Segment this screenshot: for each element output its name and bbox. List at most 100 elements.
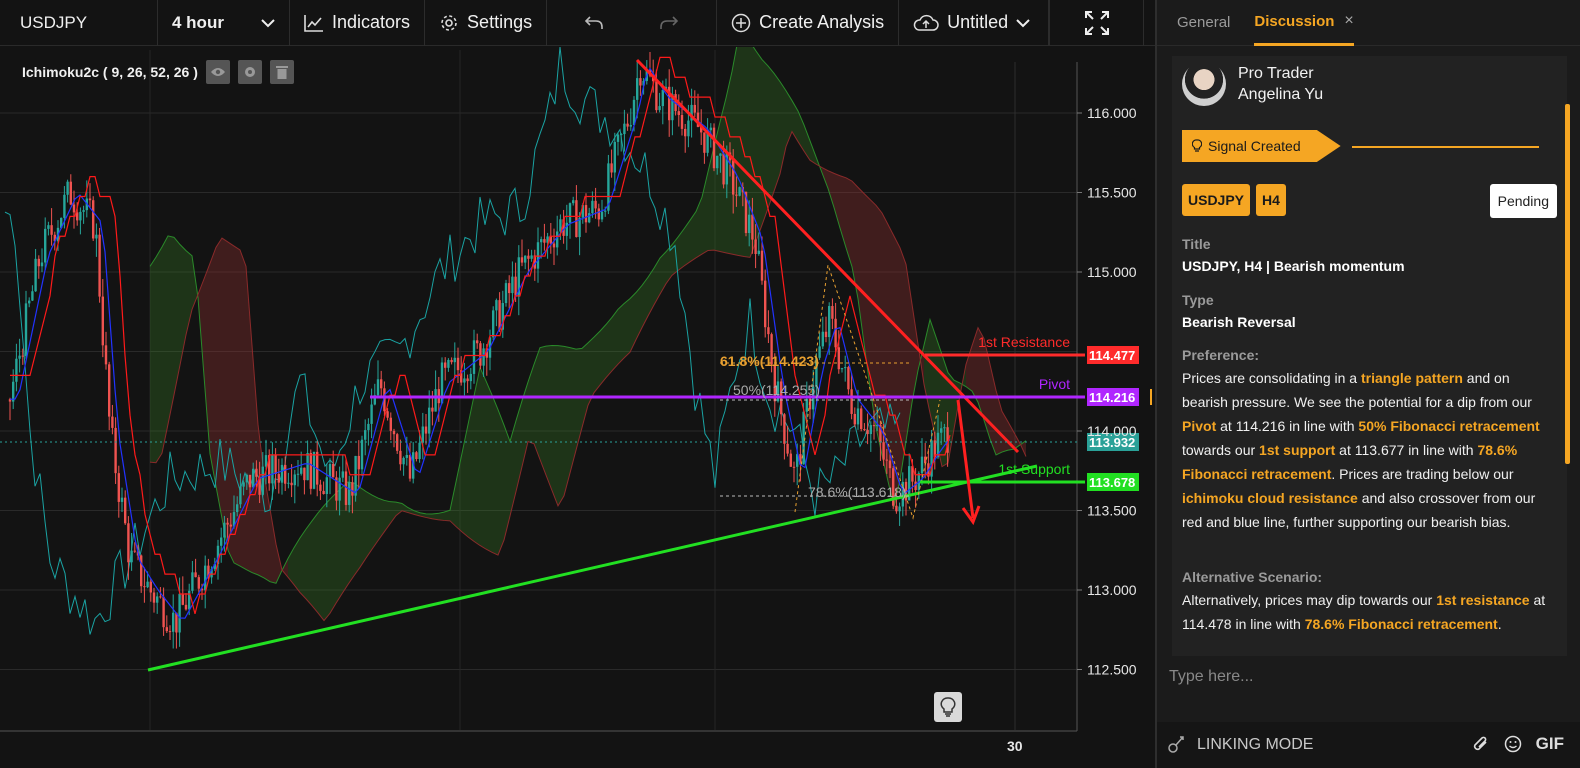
candle-body [348, 482, 351, 505]
candle-body [565, 222, 568, 236]
ichimoku-cloud [606, 317, 612, 378]
ichimoku-cloud [480, 367, 486, 550]
status-badge[interactable]: Pending [1489, 184, 1557, 218]
composer-actions: GIF [1472, 734, 1564, 754]
candle-body [722, 153, 725, 185]
candle-body [482, 348, 485, 366]
candle-body [623, 123, 626, 135]
y-tick-label: 113.500 [1087, 503, 1137, 519]
candle-body [296, 473, 300, 475]
type-section: Type Bearish Reversal [1182, 292, 1552, 330]
candle-body [405, 454, 408, 458]
candle-body [732, 160, 735, 195]
chevron-down-icon [1016, 18, 1030, 28]
candle-body [853, 413, 856, 425]
panel-scrollbar[interactable] [1565, 104, 1570, 464]
gear-icon[interactable] [237, 60, 262, 84]
trash-icon[interactable] [269, 60, 294, 84]
candle-body [248, 474, 252, 488]
symbol-label: USDJPY [20, 12, 88, 32]
ichimoku-cloud [162, 235, 168, 454]
candle-body [527, 255, 530, 259]
candle-body [520, 257, 524, 263]
interval-label: 4 hour [172, 12, 224, 32]
candle-body [824, 331, 828, 338]
preference-section: Preference: Prices are consolidating in … [1182, 347, 1552, 534]
ichimoku-cloud [540, 346, 546, 476]
ichimoku-cloud [528, 364, 534, 444]
visibility-icon[interactable] [205, 60, 230, 84]
candle-body [18, 355, 21, 359]
undo-icon[interactable] [584, 15, 604, 31]
settings-button[interactable]: Settings [425, 0, 548, 46]
y-tick-label: 113.000 [1087, 582, 1137, 598]
redo-icon[interactable] [659, 15, 679, 31]
lightbulb-button[interactable] [934, 692, 962, 722]
ichimoku-cloud [600, 324, 606, 386]
chart-canvas[interactable]: 1st Resistance114.477Pivot114.216113.932… [0, 47, 1155, 768]
candle-body [789, 453, 792, 467]
create-analysis-label: Create Analysis [759, 12, 885, 32]
candle-body [284, 464, 287, 484]
candle-body [380, 379, 383, 389]
alternative-label: Alternative Scenario: [1182, 569, 1323, 585]
candle-body [828, 306, 831, 338]
ichimoku-cloud [492, 394, 498, 556]
attachment-icon[interactable] [1472, 735, 1490, 753]
candle-body [332, 464, 335, 478]
tab-general[interactable]: General [1177, 0, 1230, 46]
title-value: USDJPY, H4 | Bearish momentum [1182, 258, 1405, 274]
candle-body [293, 474, 296, 486]
symbol-selector[interactable]: USDJPY [0, 0, 158, 46]
ichimoku-cloud [468, 395, 474, 542]
candle-body [860, 408, 863, 430]
price-label: 113.678 [1089, 475, 1135, 490]
candle-body [114, 427, 117, 474]
undo-redo-group [547, 0, 718, 46]
ichimoku-cloud [210, 247, 216, 487]
candle-body [575, 200, 578, 238]
author-name[interactable]: Angelina Yu [1238, 84, 1323, 105]
candle-body [104, 345, 108, 365]
title-label: Title [1182, 236, 1211, 252]
lightbulb-icon [940, 697, 956, 717]
candle-body [44, 228, 47, 263]
text-segment: Alternatively, prices may dip towards ou… [1182, 592, 1437, 608]
candle-body [693, 104, 696, 113]
candle-body [168, 631, 172, 633]
candle-body [82, 210, 85, 212]
candle-body [712, 127, 716, 169]
price-chart[interactable]: 1st Resistance 114.477 Pivot 114.216 113.932… [0, 47, 1155, 768]
message-input[interactable]: Type here... [1169, 668, 1564, 698]
file-menu-button[interactable]: Untitled [899, 0, 1050, 46]
candle-body [152, 592, 156, 603]
gif-button[interactable]: GIF [1536, 734, 1564, 754]
ichimoku-cloud [594, 331, 600, 393]
ichimoku-cloud [624, 298, 630, 358]
lightbulb-icon [1192, 139, 1202, 153]
candle-body [111, 416, 114, 428]
indicators-button[interactable]: Indicators [290, 0, 426, 46]
avatar[interactable] [1182, 62, 1226, 106]
candle-body [760, 250, 764, 281]
text-segment: at 114.216 in line with [1216, 418, 1359, 434]
ichimoku-cloud [204, 263, 210, 454]
candle-body [687, 120, 690, 137]
interval-selector[interactable]: 4 hour [158, 0, 290, 46]
link-mode-icon[interactable] [1167, 734, 1187, 756]
emoji-icon[interactable] [1504, 735, 1522, 753]
candle-body [15, 358, 18, 382]
ichimoku-cloud [150, 257, 156, 463]
ichimoku-cloud [966, 345, 972, 392]
fullscreen-button[interactable] [1049, 0, 1145, 46]
ichimoku-cloud [498, 409, 504, 556]
create-analysis-button[interactable]: Create Analysis [717, 0, 900, 46]
candle-body [76, 212, 79, 221]
title-section: Title USDJPY, H4 | Bearish momentum [1182, 236, 1552, 274]
candle-body [552, 243, 556, 248]
close-icon[interactable]: × [1344, 12, 1353, 30]
tab-discussion[interactable]: Discussion × [1254, 0, 1354, 46]
candle-body [261, 466, 264, 495]
candle-body [402, 457, 405, 465]
candle-body [421, 426, 424, 443]
